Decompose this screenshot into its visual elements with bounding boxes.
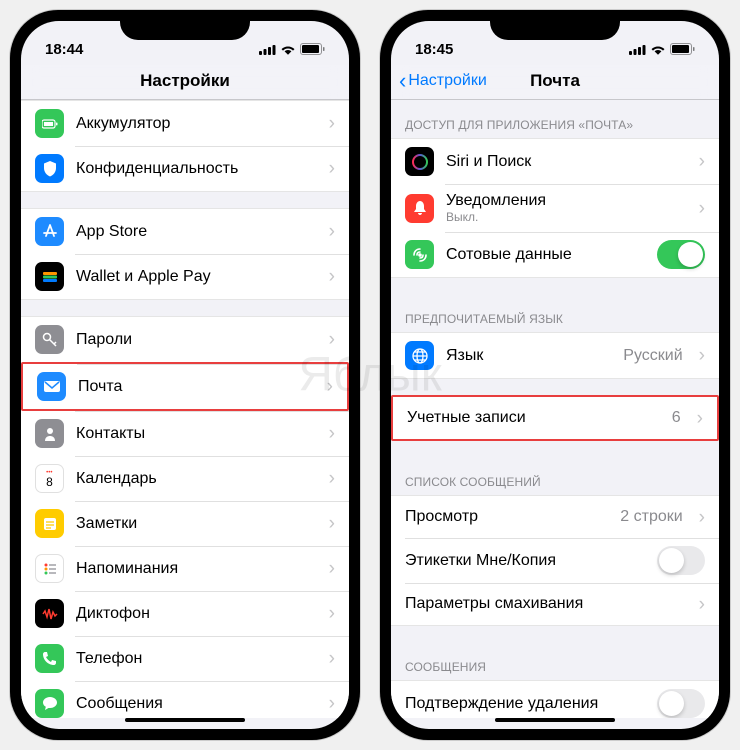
home-indicator[interactable] — [495, 718, 615, 722]
battery-icon — [35, 109, 64, 138]
chevron-icon: › — [699, 346, 705, 365]
chevron-icon: › — [329, 694, 335, 713]
calendar-icon: •••8 — [35, 464, 64, 493]
section-header: СПИСОК СООБЩЕНИЙ — [391, 457, 719, 495]
cellular-icon — [405, 240, 434, 269]
notifications-icon — [405, 194, 434, 223]
chevron-icon: › — [699, 199, 705, 218]
language-icon — [405, 341, 434, 370]
appstore-icon — [35, 217, 64, 246]
chevron-icon: › — [329, 267, 335, 286]
row-confirm-delete[interactable]: Подтверждение удаления — [391, 681, 719, 718]
section-header: ДОСТУП ДЛЯ ПРИЛОЖЕНИЯ «ПОЧТА» — [391, 100, 719, 138]
row-notifications[interactable]: Уведомления Выкл. › — [391, 184, 719, 232]
nav-header: Настройки — [21, 65, 349, 100]
messages-icon — [35, 689, 64, 718]
row-accounts[interactable]: Учетные записи 6 › — [393, 397, 717, 439]
row-contacts[interactable]: Контакты › — [21, 411, 349, 456]
chevron-icon: › — [329, 514, 335, 533]
row-swipe-options[interactable]: Параметры смахивания › — [391, 583, 719, 625]
battery-icon — [670, 43, 695, 55]
row-tocc-labels[interactable]: Этикетки Мне/Копия — [391, 538, 719, 583]
signal-icon — [259, 44, 276, 55]
notes-icon — [35, 509, 64, 538]
chevron-left-icon: ‹ — [399, 72, 406, 90]
chevron-icon: › — [327, 377, 333, 396]
wallet-icon — [35, 262, 64, 291]
mail-icon — [37, 372, 66, 401]
nav-header: ‹ Настройки Почта — [391, 65, 719, 100]
row-language[interactable]: Язык Русский › — [391, 333, 719, 378]
section-header: СООБЩЕНИЯ — [391, 642, 719, 680]
privacy-icon — [35, 154, 64, 183]
chevron-icon: › — [699, 595, 705, 614]
row-phone[interactable]: Телефон › — [21, 636, 349, 681]
battery-icon — [300, 43, 325, 55]
row-battery[interactable]: Аккумулятор › — [21, 101, 349, 146]
chevron-icon: › — [329, 222, 335, 241]
wifi-icon — [650, 44, 666, 55]
chevron-icon: › — [699, 508, 705, 527]
chevron-icon: › — [329, 604, 335, 623]
phone-icon — [35, 644, 64, 673]
row-appstore[interactable]: App Store › — [21, 209, 349, 254]
chevron-icon: › — [329, 330, 335, 349]
row-notes[interactable]: Заметки › — [21, 501, 349, 546]
chevron-icon: › — [697, 409, 703, 428]
contacts-icon — [35, 419, 64, 448]
wifi-icon — [280, 44, 296, 55]
row-privacy[interactable]: Конфиденциальность › — [21, 146, 349, 191]
phone-right: 18:45 ‹ Настройки Почта ДОСТУП ДЛЯ ПРИЛО… — [380, 10, 730, 740]
home-indicator[interactable] — [125, 718, 245, 722]
status-time: 18:44 — [45, 41, 83, 58]
chevron-icon: › — [329, 559, 335, 578]
chevron-icon: › — [329, 469, 335, 488]
row-mail[interactable]: Почта › — [21, 362, 349, 411]
row-preview[interactable]: Просмотр 2 строки › — [391, 496, 719, 538]
section-header: ПРЕДПОЧИТАЕМЫЙ ЯЗЫК — [391, 294, 719, 332]
tocc-toggle[interactable] — [657, 546, 705, 575]
chevron-icon: › — [699, 152, 705, 171]
settings-list[interactable]: Аккумулятор › Конфиденциальность › App S… — [21, 100, 349, 718]
back-button[interactable]: ‹ Настройки — [399, 72, 487, 90]
row-siri[interactable]: Siri и Поиск › — [391, 139, 719, 184]
page-title: Почта — [530, 71, 580, 91]
cellular-toggle[interactable] — [657, 240, 705, 269]
mail-settings[interactable]: ДОСТУП ДЛЯ ПРИЛОЖЕНИЯ «ПОЧТА» Siri и Пои… — [391, 100, 719, 718]
reminders-icon — [35, 554, 64, 583]
status-time: 18:45 — [415, 41, 453, 58]
notch — [120, 10, 250, 40]
chevron-icon: › — [329, 159, 335, 178]
page-title: Настройки — [140, 71, 230, 91]
confirm-delete-toggle[interactable] — [657, 689, 705, 718]
row-calendar[interactable]: •••8 Календарь › — [21, 456, 349, 501]
row-reminders[interactable]: Напоминания › — [21, 546, 349, 591]
notch — [490, 10, 620, 40]
chevron-icon: › — [329, 649, 335, 668]
siri-icon — [405, 147, 434, 176]
row-messages[interactable]: Сообщения › — [21, 681, 349, 718]
chevron-icon: › — [329, 424, 335, 443]
voice-memos-icon — [35, 599, 64, 628]
row-voice-memos[interactable]: Диктофон › — [21, 591, 349, 636]
row-wallet[interactable]: Wallet и Apple Pay › — [21, 254, 349, 299]
signal-icon — [629, 44, 646, 55]
row-cellular[interactable]: Сотовые данные — [391, 232, 719, 277]
chevron-icon: › — [329, 114, 335, 133]
row-passwords[interactable]: Пароли › — [21, 317, 349, 362]
phone-left: 18:44 Настройки Аккумулятор › Конфиденци — [10, 10, 360, 740]
key-icon — [35, 325, 64, 354]
